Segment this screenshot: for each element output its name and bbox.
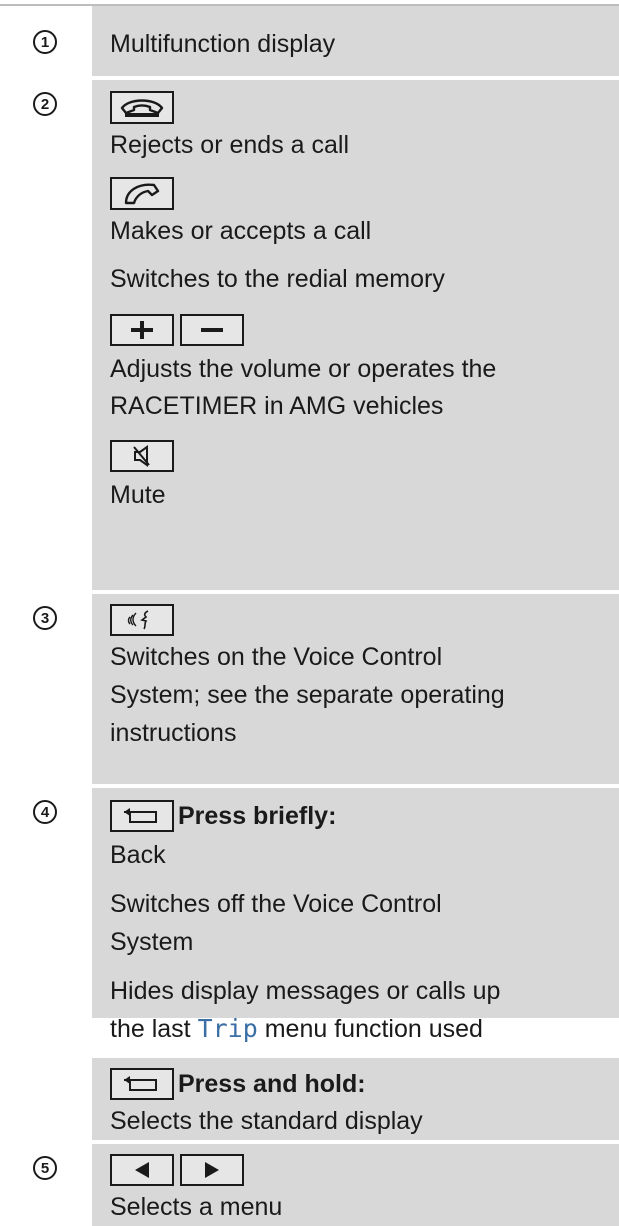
row-number-cell: 2 <box>0 80 92 590</box>
back-icon <box>124 808 157 823</box>
mute-key <box>110 440 174 472</box>
row-number-badge: 3 <box>33 606 57 630</box>
left-arrow-key <box>110 1154 174 1186</box>
row2-line1: Rejects or ends a call <box>110 131 350 159</box>
row-number-badge: 1 <box>33 30 57 54</box>
row4-line2: Switches off the Voice Control <box>110 890 442 918</box>
row2-line6: Mute <box>110 481 166 509</box>
right-arrow-key <box>180 1154 244 1186</box>
minus-icon <box>201 328 223 332</box>
row2-line5: RACETIMER in AMG vehicles <box>110 392 444 420</box>
back-key-hold <box>110 1068 174 1100</box>
trip-menu-term: Trip <box>197 1014 258 1043</box>
phone-accept-key <box>110 177 174 210</box>
row4b-heading: Press and hold: <box>178 1070 366 1098</box>
row4-line5-prefix: the last <box>110 1015 191 1043</box>
voice-control-icon <box>127 610 149 630</box>
row-number-cell <box>0 1058 92 1140</box>
plus-key <box>110 314 174 346</box>
minus-key <box>180 314 244 346</box>
row-number-cell: 3 <box>0 594 92 784</box>
phone-hangup-icon <box>120 98 164 117</box>
row-number-cell: 5 <box>0 1144 92 1226</box>
row-number-badge: 5 <box>33 1156 57 1180</box>
row4-heading: Press briefly: <box>178 802 337 830</box>
phone-accept-icon <box>124 183 160 204</box>
plus-icon <box>131 321 153 339</box>
row4-line4: Hides display messages or calls up <box>110 977 501 1005</box>
voice-control-key <box>110 604 174 636</box>
row3-line1: Switches on the Voice Control <box>110 643 443 671</box>
row-number-cell: 4 <box>0 788 92 1018</box>
row4b-line1: Selects the standard display <box>110 1107 423 1135</box>
row1-description: Multifunction display <box>110 30 336 58</box>
row4-line1: Back <box>110 841 166 869</box>
left-arrow-icon <box>135 1162 149 1178</box>
back-icon <box>124 1076 157 1091</box>
row2-line4: Adjusts the volume or operates the <box>110 355 497 383</box>
row3-line2: System; see the separate operating <box>110 681 505 709</box>
row2-line2: Makes or accepts a call <box>110 217 372 245</box>
row-number-badge: 4 <box>33 800 57 824</box>
row4-line5: the last Trip menu function used <box>110 1012 483 1046</box>
table-row: 5 <box>0 1144 619 1226</box>
row5-line1: Selects a menu <box>110 1193 283 1221</box>
row3-line3: instructions <box>110 719 237 747</box>
row-number-badge: 2 <box>33 92 57 116</box>
phone-hangup-key <box>110 91 174 124</box>
row4-line5-suffix: menu function used <box>264 1015 483 1043</box>
row-number-cell: 1 <box>0 6 92 76</box>
row2-line3: Switches to the redial memory <box>110 265 445 293</box>
back-key <box>110 800 174 832</box>
row4-line3: System <box>110 928 194 956</box>
right-arrow-icon <box>205 1162 219 1178</box>
mute-icon <box>133 445 150 467</box>
controls-table: 1 Multifunction display 2 Rejects or end… <box>0 0 619 1226</box>
